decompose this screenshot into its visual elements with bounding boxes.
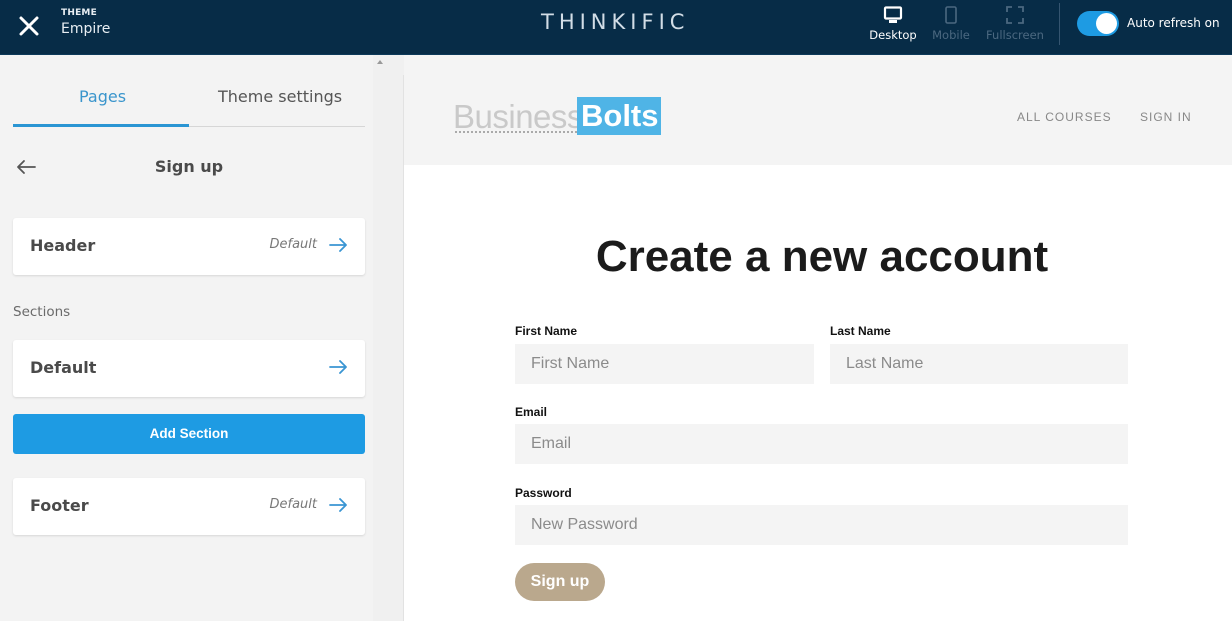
add-section-button[interactable]: Add Section [13, 414, 365, 454]
auto-refresh-label: Auto refresh on [1127, 16, 1220, 30]
theme-name: Empire [61, 21, 111, 37]
password-input[interactable] [515, 505, 1128, 545]
section-card-default[interactable]: Default [13, 340, 365, 397]
device-mobile-button[interactable]: Mobile [930, 6, 972, 42]
section-card-title: Default [30, 358, 97, 377]
page-nav-row: Sign up [13, 155, 365, 185]
auto-refresh-toggle[interactable] [1077, 11, 1119, 36]
page-title: Sign up [154, 157, 224, 176]
sidebar-scrollbar[interactable] [373, 55, 405, 621]
last-name-label: Last Name [830, 324, 891, 338]
arrow-right-icon [329, 360, 347, 374]
toggle-knob [1096, 13, 1117, 34]
top-bar: THEME Empire THINKIFIC Desktop Mobile Fu… [0, 0, 1232, 55]
first-name-label: First Name [515, 324, 578, 338]
arrow-right-icon [329, 238, 347, 252]
theme-info: THEME Empire [61, 8, 110, 37]
sections-label: Sections [13, 304, 71, 320]
nav-all-courses[interactable]: ALL COURSES [1017, 110, 1112, 124]
sidebar-tabs: Pages Theme settings [13, 82, 365, 127]
email-input[interactable] [515, 424, 1128, 464]
mobile-icon [945, 6, 957, 24]
tab-theme-settings[interactable]: Theme settings [218, 87, 342, 106]
nav-sign-in[interactable]: SIGN IN [1140, 110, 1192, 124]
active-tab-indicator [13, 124, 189, 127]
header-card[interactable]: Header Default [13, 218, 365, 275]
device-fullscreen-label: Fullscreen [986, 28, 1044, 42]
fullscreen-icon [1006, 6, 1024, 24]
device-fullscreen-button[interactable]: Fullscreen [984, 6, 1046, 42]
device-mobile-label: Mobile [932, 28, 970, 42]
close-icon [19, 16, 39, 36]
close-button[interactable] [17, 14, 41, 38]
site-preview: Business Bolts ALL COURSES SIGN IN Creat… [404, 55, 1232, 621]
form-title: Create a new account [595, 232, 1049, 281]
first-name-input[interactable] [515, 344, 814, 384]
device-desktop-label: Desktop [869, 28, 917, 42]
arrow-right-icon [329, 498, 347, 512]
site-logo[interactable]: Business Bolts [453, 97, 663, 135]
header-card-title: Header [30, 236, 96, 255]
logo-tagline [455, 131, 577, 133]
device-desktop-button[interactable]: Desktop [868, 6, 918, 42]
header-card-value: Default [269, 237, 318, 252]
back-arrow-icon[interactable] [15, 159, 37, 175]
logo-text-bolts: Bolts [581, 98, 659, 133]
theme-label: THEME [61, 8, 97, 18]
email-label: Email [515, 405, 548, 419]
brand-logo: THINKIFIC [541, 10, 690, 34]
last-name-input[interactable] [830, 344, 1128, 384]
tab-pages[interactable]: Pages [79, 87, 126, 106]
password-label: Password [515, 486, 572, 500]
footer-card[interactable]: Footer Default [13, 478, 365, 535]
desktop-icon [883, 6, 903, 23]
footer-card-title: Footer [30, 496, 89, 515]
scroll-up-arrow-icon[interactable] [377, 60, 383, 64]
site-header: Business Bolts ALL COURSES SIGN IN [404, 55, 1232, 165]
sign-up-button[interactable]: Sign up [515, 563, 605, 601]
footer-card-value: Default [269, 497, 318, 512]
sidebar: Pages Theme settings Sign up Header Defa… [0, 55, 373, 621]
top-divider [1059, 3, 1060, 45]
